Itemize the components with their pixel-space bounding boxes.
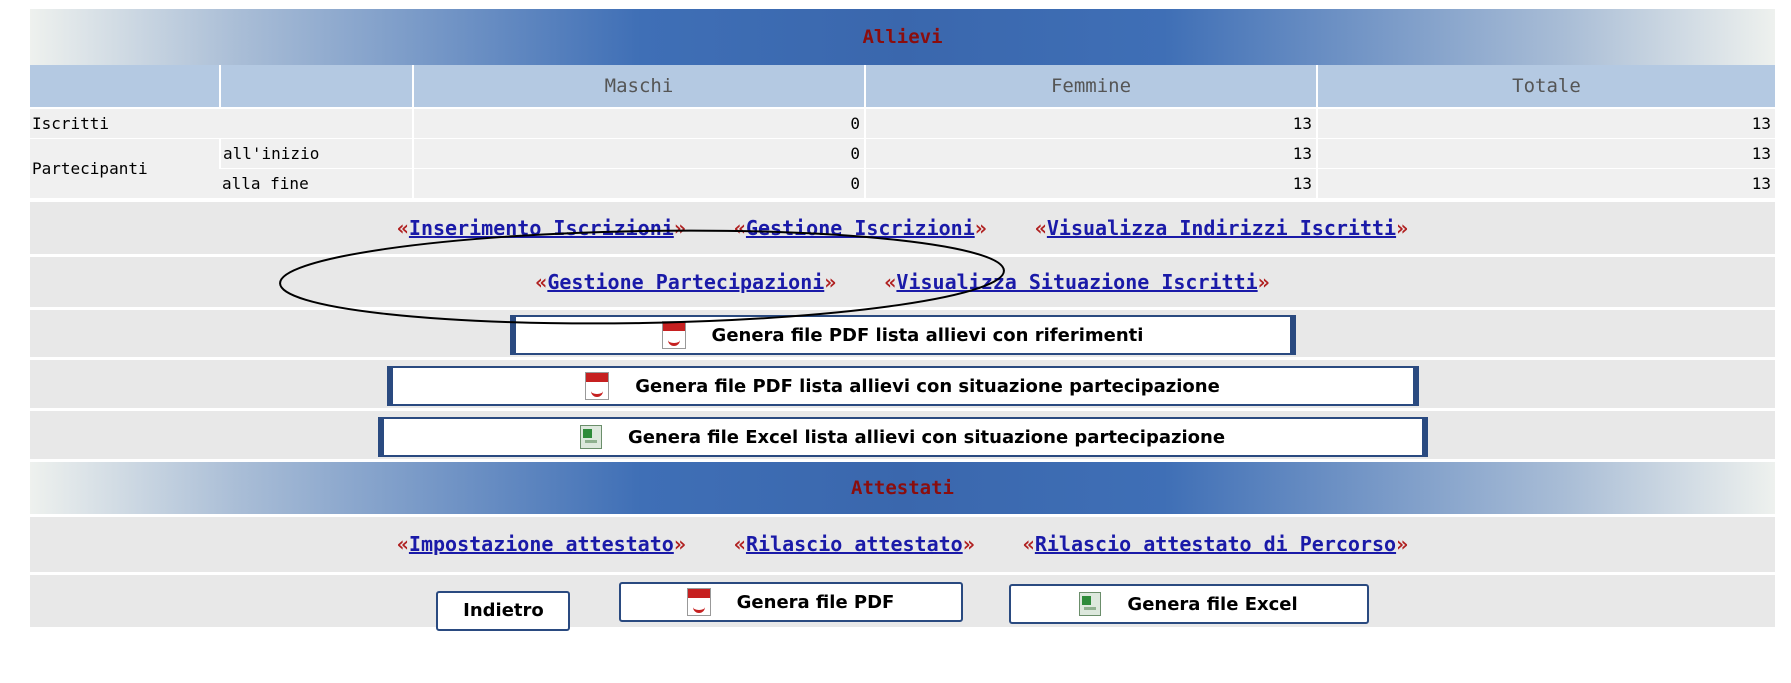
link-wrapper: «Visualizza Indirizzi Iscritti» [1035,216,1408,240]
guillemet-close: » [1396,216,1409,240]
allievi-table: Maschi Femmine Totale Iscritti 0 13 13 P… [30,65,1775,199]
guillemet-open: « [396,532,409,556]
genera-pdf-button[interactable]: Genera file PDF [618,582,963,622]
link-visualizza-indirizzi-iscritti[interactable]: Visualizza Indirizzi Iscritti [1047,216,1396,240]
row-label-partecipanti: Partecipanti [30,138,220,199]
pdf-partecipazione-button[interactable]: Genera file PDF lista allievi con situaz… [386,366,1419,406]
header-femmine: Femmine [864,65,1317,109]
bottom-button-row: Indietro Genera file PDF Genera file Exc… [30,572,1775,631]
button-label: Genera file Excel [1127,593,1298,615]
button-label: Genera file Excel lista allievi con situ… [627,426,1226,448]
excel-partecipazione-button[interactable]: Genera file Excel lista allievi con situ… [377,417,1428,457]
row-sublabel-inizio: all'inizio [219,138,413,169]
header-cell [30,65,220,109]
button-label: Genera file PDF [736,591,895,613]
value-femmine: 13 [864,168,1317,199]
table-row-partecipanti-inizio: Partecipanti all'inizio 0 13 13 [30,138,1775,199]
guillemet-open: « [1034,216,1047,240]
header-maschi: Maschi [412,65,865,109]
guillemet-open: « [733,532,746,556]
back-button[interactable]: Indietro [436,590,571,631]
value-maschi: 0 [412,107,865,139]
guillemet-open: « [1022,532,1035,556]
row-label-iscritti: Iscritti [30,107,413,139]
guillemet-close: » [1396,532,1409,556]
value-totale: 13 [1316,107,1775,139]
annotation-ellipse [279,229,1005,325]
button-label: Indietro [463,600,544,621]
guillemet-close: » [962,532,975,556]
link-wrapper: «Rilascio attestato» [734,532,975,556]
pdf-file-icon [686,588,711,616]
guillemet-close: » [1257,270,1270,294]
value-femmine: 13 [864,138,1317,169]
table-header-row: Maschi Femmine Totale [30,65,1775,109]
row-sublabel-fine: alla fine [220,168,413,199]
header-cell [219,65,413,109]
allievi-section-title: Allievi [30,9,1775,65]
button-label: Genera file PDF lista allievi con situaz… [635,375,1220,397]
table-row-iscritti: Iscritti 0 13 13 [30,107,1775,139]
guillemet-close: » [673,532,686,556]
link-impostazione-attestato[interactable]: Impostazione attestato [409,532,674,556]
link-rilascio-attestato[interactable]: Rilascio attestato [746,532,963,556]
value-totale: 13 [1316,138,1775,169]
excel-file-icon [579,425,602,449]
header-totale: Totale [1316,65,1775,109]
value-femmine: 13 [864,107,1317,139]
value-totale: 13 [1316,168,1775,199]
excel-file-icon [1079,592,1102,616]
link-wrapper: «Impostazione attestato» [397,532,686,556]
button-row-excel-partecipazione: Genera file Excel lista allievi con situ… [30,408,1775,459]
link-wrapper: «Rilascio attestato di Percorso» [1023,532,1408,556]
genera-excel-button[interactable]: Genera file Excel [1008,584,1369,624]
value-maschi: 0 [412,168,865,199]
link-rilascio-attestato-percorso[interactable]: Rilascio attestato di Percorso [1035,532,1396,556]
attestati-section-title: Attestati [30,459,1775,514]
pdf-file-icon [585,372,610,400]
button-row-pdf-partecipazione: Genera file PDF lista allievi con situaz… [30,357,1775,408]
table-row-partecipanti-fine: alla fine 0 13 13 [30,168,1775,199]
links-row-attestati: «Impostazione attestato» «Rilascio attes… [30,514,1775,572]
value-maschi: 0 [412,138,865,169]
